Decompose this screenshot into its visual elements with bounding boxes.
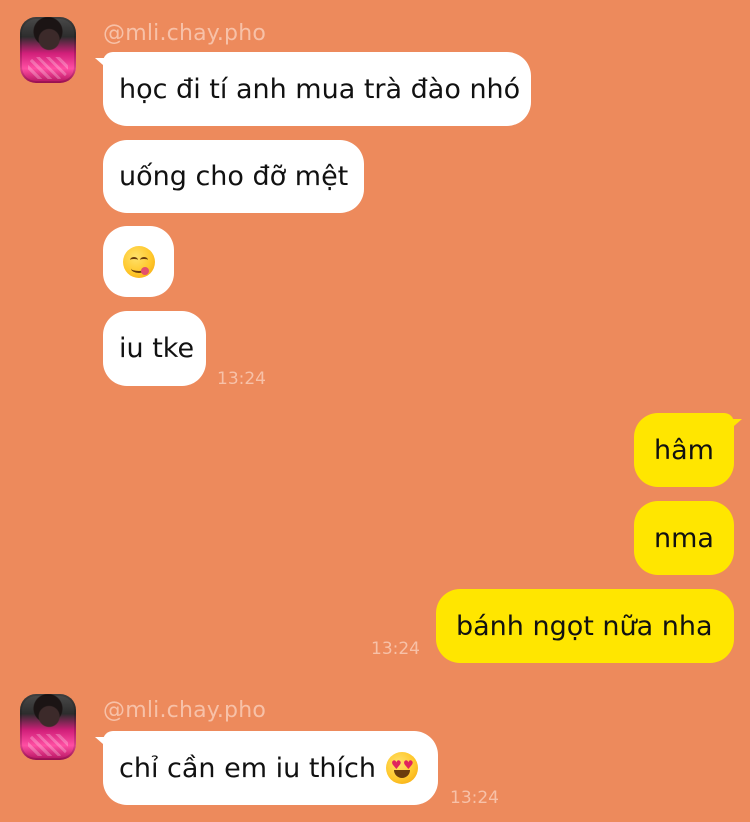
smiling-face-with-heart-eyes-icon: ♥ ♥ xyxy=(385,752,418,784)
message-text: chỉ cần em iu thích xyxy=(119,752,376,784)
sender-name: @mli.chay.pho xyxy=(103,21,267,46)
incoming-message-bubble[interactable]: học đi tí anh mua trà đào nhó xyxy=(103,52,531,126)
message-text: uống cho đỡ mệt xyxy=(119,161,349,192)
sender-avatar[interactable] xyxy=(20,694,76,760)
incoming-emoji-bubble[interactable] xyxy=(103,226,174,297)
face-savoring-food-icon xyxy=(122,245,155,278)
message-timestamp: 13:24 xyxy=(371,639,420,659)
outgoing-message-bubble[interactable]: nma xyxy=(634,501,734,575)
message-text: hâm xyxy=(654,434,714,466)
outgoing-message-bubble[interactable]: bánh ngọt nữa nha xyxy=(436,589,734,663)
message-text: nma xyxy=(654,522,714,554)
incoming-message-bubble[interactable]: chỉ cần em iu thích ♥ ♥ xyxy=(103,731,438,805)
message-text: học đi tí anh mua trà đào nhó xyxy=(119,73,521,105)
message-text: bánh ngọt nữa nha xyxy=(456,610,713,642)
message-text: iu tke xyxy=(119,333,195,364)
sender-name: @mli.chay.pho xyxy=(103,698,267,723)
sender-avatar[interactable] xyxy=(20,17,76,83)
message-timestamp: 13:24 xyxy=(217,369,266,389)
incoming-message-bubble[interactable]: iu tke xyxy=(103,311,206,386)
outgoing-message-bubble[interactable]: hâm xyxy=(634,413,734,487)
message-timestamp: 13:24 xyxy=(450,788,499,808)
incoming-message-bubble[interactable]: uống cho đỡ mệt xyxy=(103,140,364,213)
